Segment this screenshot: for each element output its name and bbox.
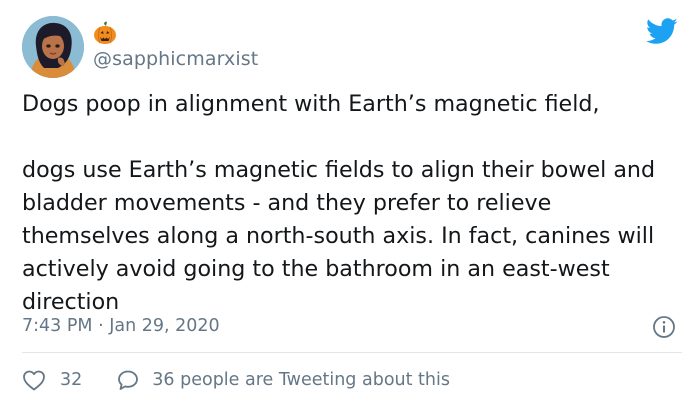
tweet-actions: 32 36 people are Tweeting about this — [22, 366, 450, 394]
speech-bubble-icon — [118, 370, 139, 390]
heart-icon — [23, 370, 45, 391]
avatar[interactable] — [22, 16, 84, 78]
avatar-illustration — [22, 16, 84, 78]
tweeting-about-count: 36 people are Tweeting about this — [152, 370, 450, 390]
divider — [22, 352, 682, 353]
like-button[interactable]: 32 — [22, 369, 82, 391]
twitter-bird-icon[interactable] — [646, 18, 678, 45]
author-handle[interactable]: @sapphicmarxist — [93, 48, 258, 70]
tweet-card: @sapphicmarxist Dogs poop in alignment w… — [0, 0, 700, 407]
conversation-button[interactable]: 36 people are Tweeting about this — [116, 369, 450, 391]
tweet-text: Dogs poop in alignment with Earth’s magn… — [22, 88, 682, 319]
like-count: 32 — [60, 370, 83, 390]
tweet-headline: Dogs poop in alignment with Earth’s magn… — [22, 91, 600, 117]
tweet-paragraph: dogs use Earth’s magnetic fields to alig… — [22, 157, 656, 315]
tweet-timestamp[interactable]: 7:43 PM · Jan 29, 2020 — [22, 316, 220, 336]
info-icon[interactable] — [652, 315, 676, 339]
pumpkin-icon — [92, 20, 118, 46]
